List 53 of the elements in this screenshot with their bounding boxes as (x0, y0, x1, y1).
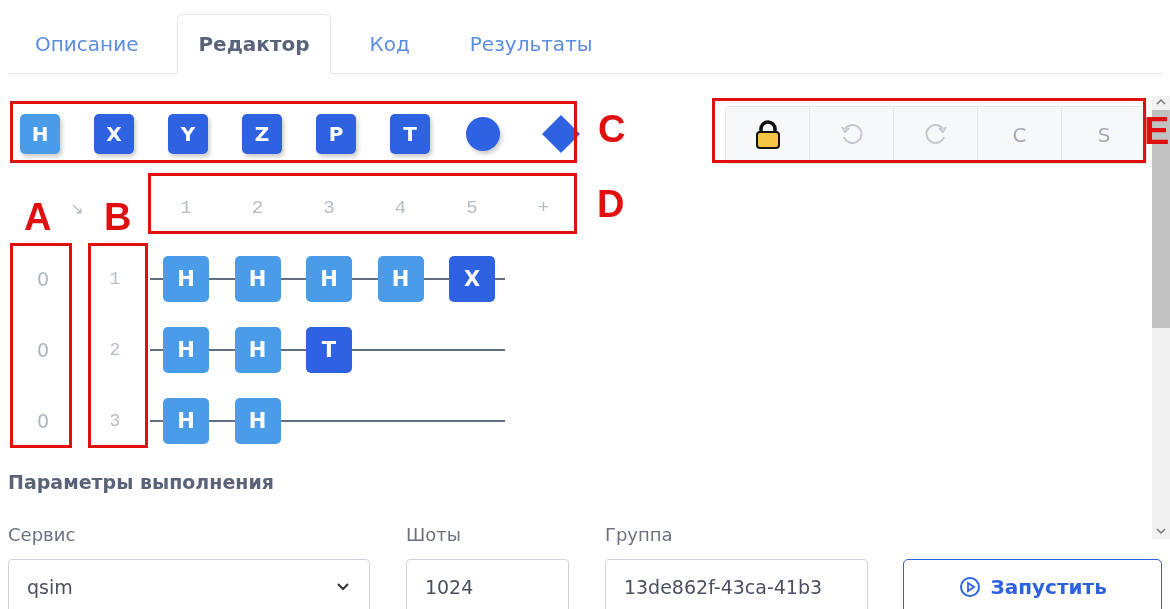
service-dropdown[interactable]: qsim (8, 559, 370, 609)
column-number[interactable]: 1 (163, 197, 209, 219)
circuit-gate[interactable]: H (234, 256, 281, 302)
gate-tile[interactable]: Z (242, 114, 282, 154)
circuit-gate[interactable]: H (306, 256, 352, 302)
annotation-letter: E (1144, 112, 1170, 150)
circuit-gate[interactable]: T (306, 327, 352, 373)
field-label: Сервис (8, 524, 77, 547)
gate-tile[interactable]: P (316, 114, 356, 154)
annotation-letter: D (597, 185, 625, 223)
column-number[interactable]: + (520, 197, 567, 219)
section-heading: Параметры выполнения (8, 471, 275, 495)
run-button[interactable]: Запустить (903, 559, 1162, 609)
qubit-number: 1 (108, 269, 122, 289)
chevron-down-icon (334, 582, 351, 592)
tab[interactable]: Код (348, 14, 431, 74)
annotation-letter: C (598, 110, 626, 148)
redo-icon (923, 123, 948, 147)
qubit-number: 2 (108, 340, 122, 360)
padlock-icon (754, 120, 781, 150)
diamond-icon[interactable] (542, 115, 580, 153)
circuit-gate[interactable]: H (234, 398, 281, 444)
qubit-number: 3 (108, 411, 122, 431)
tab[interactable]: Описание (14, 14, 160, 74)
gate-tile[interactable]: X (94, 114, 134, 154)
gate-tile[interactable]: Y (168, 114, 208, 154)
field-label: Шоты (405, 524, 462, 547)
circuit-gate[interactable]: H (234, 327, 281, 373)
circuit-gate[interactable]: H (163, 256, 209, 302)
qubit-state[interactable]: 0 (18, 339, 68, 361)
column-number[interactable]: 5 (449, 197, 495, 219)
play-icon (958, 576, 981, 598)
column-number[interactable]: 2 (234, 197, 281, 219)
circuit-gate[interactable]: H (163, 398, 209, 444)
circuit-gate[interactable]: X (449, 256, 495, 302)
circuit-gate[interactable]: H (377, 256, 424, 302)
circuit-gate[interactable]: H (163, 327, 209, 373)
input-field[interactable]: 1024 (405, 559, 569, 609)
circle-icon[interactable] (466, 117, 500, 151)
gate-tile[interactable]: T (390, 114, 430, 154)
tab[interactable]: Редактор (177, 14, 331, 74)
field-label: Группа (604, 524, 674, 547)
column-number[interactable]: 3 (306, 197, 352, 219)
undo-icon (839, 123, 864, 147)
column-number[interactable]: 4 (377, 197, 424, 219)
input-field[interactable]: 13de862f-43ca-41b3 (604, 559, 869, 609)
qubit-state[interactable]: 0 (18, 268, 68, 290)
qubit-state[interactable]: 0 (18, 410, 68, 432)
annotation-letter: A (24, 198, 52, 236)
gate-tile[interactable]: H (20, 114, 60, 154)
tab[interactable]: Результаты (448, 14, 614, 74)
annotation-letter: B (104, 198, 132, 236)
corner-arrow: ↘ (69, 198, 85, 218)
